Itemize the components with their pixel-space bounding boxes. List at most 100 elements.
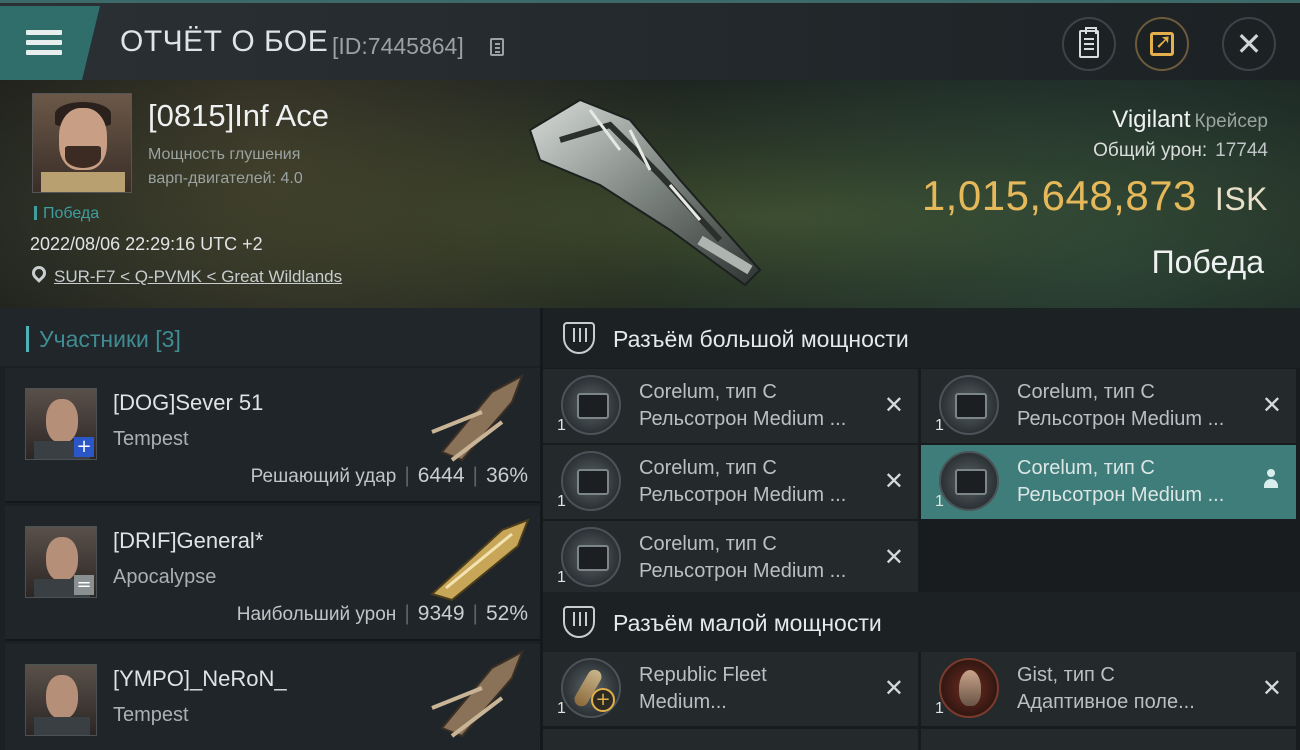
railgun-icon xyxy=(561,451,621,511)
location-link[interactable]: SUR-F7 < Q-PVMK < Great Wildlands xyxy=(54,267,342,287)
participant-damage: 6444 xyxy=(417,464,465,487)
participant-row[interactable]: = [DRIF]General* Apocalypse Наибольший у… xyxy=(5,506,540,641)
module-type: Medium... xyxy=(639,691,727,713)
destroyed-icon: ✕ xyxy=(883,391,904,419)
low-slot-icon xyxy=(563,606,595,638)
hamburger-icon xyxy=(26,30,62,56)
share-button[interactable] xyxy=(1135,17,1189,71)
destroyed-icon: ✕ xyxy=(883,674,904,702)
module-type: Рельсотрон Medium ... xyxy=(639,484,847,506)
top-bar: ОТЧЁТ О БОЕ [ID:7445864] ✕ xyxy=(0,0,1300,80)
avatar[interactable]: = xyxy=(25,526,97,598)
participants-header: Участники [3] xyxy=(0,308,540,366)
person-icon xyxy=(1264,469,1278,491)
module-type: Адаптивное поле... xyxy=(1017,691,1195,713)
participant-ship-image xyxy=(431,649,524,738)
victim-ship: Vigilant Крейсер xyxy=(1112,106,1268,134)
module-type: Рельсотрон Medium ... xyxy=(1017,408,1225,430)
participant-name: [DOG]Sever 51 xyxy=(113,390,264,415)
victory-tag: Победа xyxy=(34,205,99,223)
module-qty: 1 xyxy=(557,700,566,717)
top-damage-badge: = xyxy=(74,575,94,595)
module-item-selected[interactable]: 1 Corelum, тип C Рельсотрон Medium ... xyxy=(921,445,1296,519)
participant-ship: Tempest xyxy=(113,428,189,450)
module-item[interactable]: 1 Corelum, тип C Рельсотрон Medium ... ✕ xyxy=(921,369,1296,443)
railgun-icon xyxy=(939,375,999,435)
participant-ship-image xyxy=(430,518,530,602)
module-name: Gist, тип C xyxy=(1017,664,1115,686)
low-slot-header: Разъём малой мощности xyxy=(543,592,1300,652)
high-slot-title: Разъём большой мощности xyxy=(613,326,909,352)
isk-value: 1,015,648,873 ISK xyxy=(922,172,1268,220)
avatar[interactable] xyxy=(25,664,97,736)
ammo-icon xyxy=(561,658,621,718)
isk-amount: 1,015,648,873 xyxy=(921,172,1197,219)
participant-row[interactable]: + [DOG]Sever 51 Tempest Решающий удар | 64… xyxy=(5,368,540,503)
module-qty: 1 xyxy=(557,417,566,434)
pilot-portrait[interactable] xyxy=(32,93,132,193)
module-item[interactable]: 1 Corelum, тип C Рельсотрон Medium ... ✕ xyxy=(543,369,918,443)
total-damage-label: Общий урон: xyxy=(1093,140,1208,161)
module-type: Рельсотрон Medium ... xyxy=(639,560,847,582)
railgun-icon xyxy=(939,451,999,511)
victim-ship-name: Vigilant xyxy=(1112,106,1191,133)
isk-unit: ISK xyxy=(1214,181,1268,217)
destroyed-icon: ✕ xyxy=(1261,674,1282,702)
participant-ship: Tempest xyxy=(113,704,189,726)
module-name: Corelum, тип C xyxy=(639,381,777,403)
module-name: Corelum, тип C xyxy=(1017,381,1155,403)
module-item[interactable]: + 1 Republic Fleet Medium... ✕ xyxy=(543,652,918,726)
pilot-name: [0815]Inf Ace xyxy=(148,98,329,133)
participant-stats: Наибольший урон | 9349 | 52% xyxy=(236,602,528,625)
module-item[interactable]: 1 Gist, тип C Адаптивное поле... ✕ xyxy=(921,652,1296,726)
participant-ship: Apocalypse xyxy=(113,566,217,588)
participant-name: [DRIF]General* xyxy=(113,528,264,553)
railgun-icon xyxy=(561,527,621,587)
module-qty: 1 xyxy=(935,417,944,434)
module-name: Corelum, тип C xyxy=(639,457,777,479)
high-slot-icon xyxy=(563,322,595,354)
module-item[interactable]: 1 Corelum, тип C Рельсотрон Medium ... ✕ xyxy=(543,445,918,519)
close-icon: ✕ xyxy=(1235,25,1263,63)
destroyed-icon: ✕ xyxy=(883,543,904,571)
copy-icon[interactable] xyxy=(490,38,504,56)
pilot-stat-line2: варп-двигателей: 4.0 xyxy=(148,170,303,187)
module-qty: 1 xyxy=(557,569,566,586)
clipboard-button[interactable] xyxy=(1062,17,1116,71)
low-slot-title: Разъём малой мощности xyxy=(613,610,882,636)
pilot-stat-line1: Мощность глушения xyxy=(148,146,301,163)
victim-summary: [0815]Inf Ace Мощность глушения варп-дви… xyxy=(0,80,1300,308)
participant-percent: 52% xyxy=(485,602,528,625)
module-qty: 1 xyxy=(557,493,566,510)
plus-icon: + xyxy=(591,688,615,712)
participant-ship-image xyxy=(431,373,524,462)
share-icon xyxy=(1150,29,1174,56)
module-qty: 1 xyxy=(935,493,944,510)
module-type: Рельсотрон Medium ... xyxy=(639,408,847,430)
participants-panel: Участники [3] + [DOG]Sever 51 Tempest Ре… xyxy=(0,308,540,750)
participant-name: [YMPO]_NeRoN_ xyxy=(113,666,287,691)
total-damage: Общий урон: 17744 xyxy=(1093,140,1268,162)
module-qty: 1 xyxy=(935,700,944,717)
railgun-icon xyxy=(561,375,621,435)
page-title: ОТЧЁТ О БОЕ xyxy=(120,25,329,58)
participant-damage: 9349 xyxy=(417,602,465,625)
menu-button[interactable] xyxy=(0,6,100,80)
pilot-stat: Мощность глушения варп-двигателей: 4.0 xyxy=(148,143,303,191)
destroyed-icon: ✕ xyxy=(883,467,904,495)
shield-module-icon xyxy=(939,658,999,718)
avatar[interactable]: + xyxy=(25,388,97,460)
module-item-partial[interactable] xyxy=(543,729,918,750)
participant-stats: Решающий удар | 6444 | 36% xyxy=(250,464,528,487)
close-button[interactable]: ✕ xyxy=(1222,17,1276,71)
participant-role: Наибольший урон xyxy=(236,604,397,625)
module-name: Corelum, тип C xyxy=(1017,457,1155,479)
module-item[interactable]: 1 Corelum, тип C Рельсотрон Medium ... ✕ xyxy=(543,521,918,595)
report-id: [ID:7445864] xyxy=(332,33,464,59)
clipboard-icon xyxy=(1079,27,1099,58)
location-pin-icon xyxy=(29,263,49,283)
high-slot-header: Разъём большой мощности xyxy=(543,308,1300,368)
participant-row[interactable]: [YMPO]_NeRoN_ Tempest xyxy=(5,644,540,750)
module-item-partial[interactable] xyxy=(921,729,1296,750)
module-name: Republic Fleet xyxy=(639,664,767,686)
